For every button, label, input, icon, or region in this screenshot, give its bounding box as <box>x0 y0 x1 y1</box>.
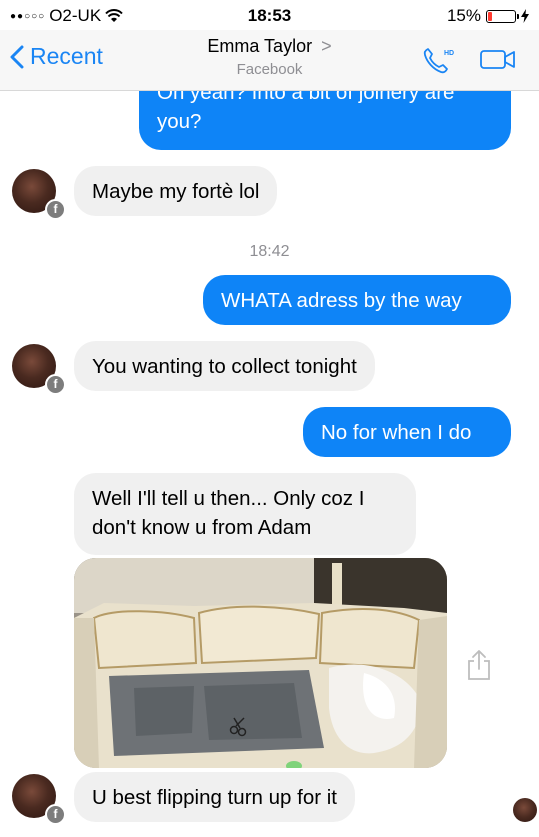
message-line: You wanting to collect tonight <box>92 355 357 378</box>
message-line: WHATA adress by the way <box>221 289 462 312</box>
contact-name: Emma Taylor <box>207 36 313 56</box>
navigation-bar: Recent Emma Taylor > Facebook HD <box>0 30 539 91</box>
battery-icon <box>486 9 519 23</box>
svg-text:HD: HD <box>444 50 454 57</box>
message-bubble-incoming[interactable]: Maybe my fortè lol <box>74 166 278 216</box>
message-line: Maybe my fortè lol <box>92 180 260 203</box>
facebook-badge-icon: f <box>45 199 66 220</box>
facebook-badge-icon: f <box>45 804 66 825</box>
sofa-photo <box>74 558 447 768</box>
video-call-icon[interactable] <box>479 45 517 73</box>
message-bubble-outgoing[interactable]: No for when I do <box>303 407 511 457</box>
call-actions: HD <box>421 45 517 77</box>
battery-percent: 15% <box>446 6 481 25</box>
battery-fill <box>488 11 492 21</box>
read-receipt-avatar <box>513 798 537 822</box>
message-line: No for when I do <box>321 421 472 444</box>
facebook-badge-icon: f <box>45 374 66 395</box>
message-bubble-outgoing[interactable]: Oh yeah? Into a bit of joinery are you? <box>139 91 511 150</box>
message-line: U best flipping turn up for it <box>92 786 337 809</box>
message-bubble-incoming[interactable]: You wanting to collect tonight <box>74 341 375 391</box>
battery-info: 15% <box>447 6 529 26</box>
photo-attachment[interactable] <box>74 558 447 768</box>
chevron-right-icon: > <box>321 36 332 56</box>
message-bubble-outgoing[interactable]: WHATA adress by the way <box>203 275 511 325</box>
message-timestamp: 18:42 <box>249 243 290 260</box>
message-bubble-incoming[interactable]: Well I'll tell u then... Only coz I don'… <box>74 473 416 555</box>
phone-hd-icon[interactable]: HD <box>421 45 457 77</box>
status-bar: ●●○○○ O2-UK 18:53 15% <box>0 0 539 30</box>
message-bubble-incoming[interactable]: U best flipping turn up for it <box>74 772 355 822</box>
message-line: Well I'll tell u then... Only coz I <box>92 487 365 510</box>
message-line: you? <box>157 110 202 133</box>
charging-bolt-icon <box>521 9 529 23</box>
message-thread[interactable]: Oh yeah? Into a bit of joinery are you? … <box>0 91 539 837</box>
message-line: don't know u from Adam <box>92 516 312 539</box>
share-icon[interactable] <box>465 649 493 686</box>
message-line: Oh yeah? Into a bit of joinery are <box>157 91 455 104</box>
